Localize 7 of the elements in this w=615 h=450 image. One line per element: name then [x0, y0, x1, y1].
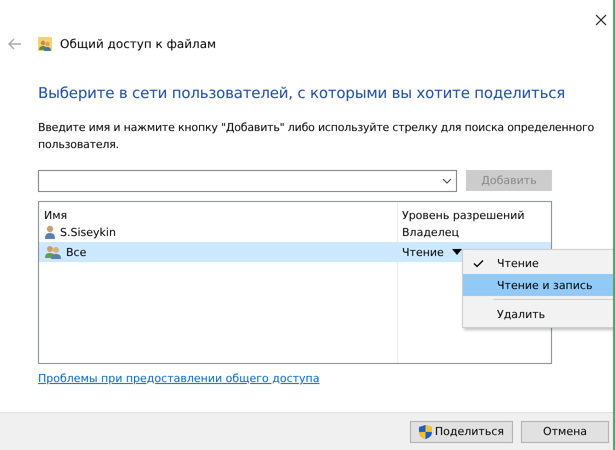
instruction-text: Введите имя и нажмите кнопку "Добавить" либо используйте стрелку для поиска определенного пользователя. — [38, 120, 596, 153]
user-name: Все — [66, 246, 86, 258]
page-heading: Выберите в сети пользователей, с которыми вы хотите поделиться — [38, 84, 566, 102]
permission-text: Чтение — [402, 246, 444, 258]
permission-text: Владелец — [402, 226, 459, 238]
user-name: S.Siseykin — [60, 226, 116, 238]
window-title: Общий доступ к файлам — [60, 36, 216, 50]
